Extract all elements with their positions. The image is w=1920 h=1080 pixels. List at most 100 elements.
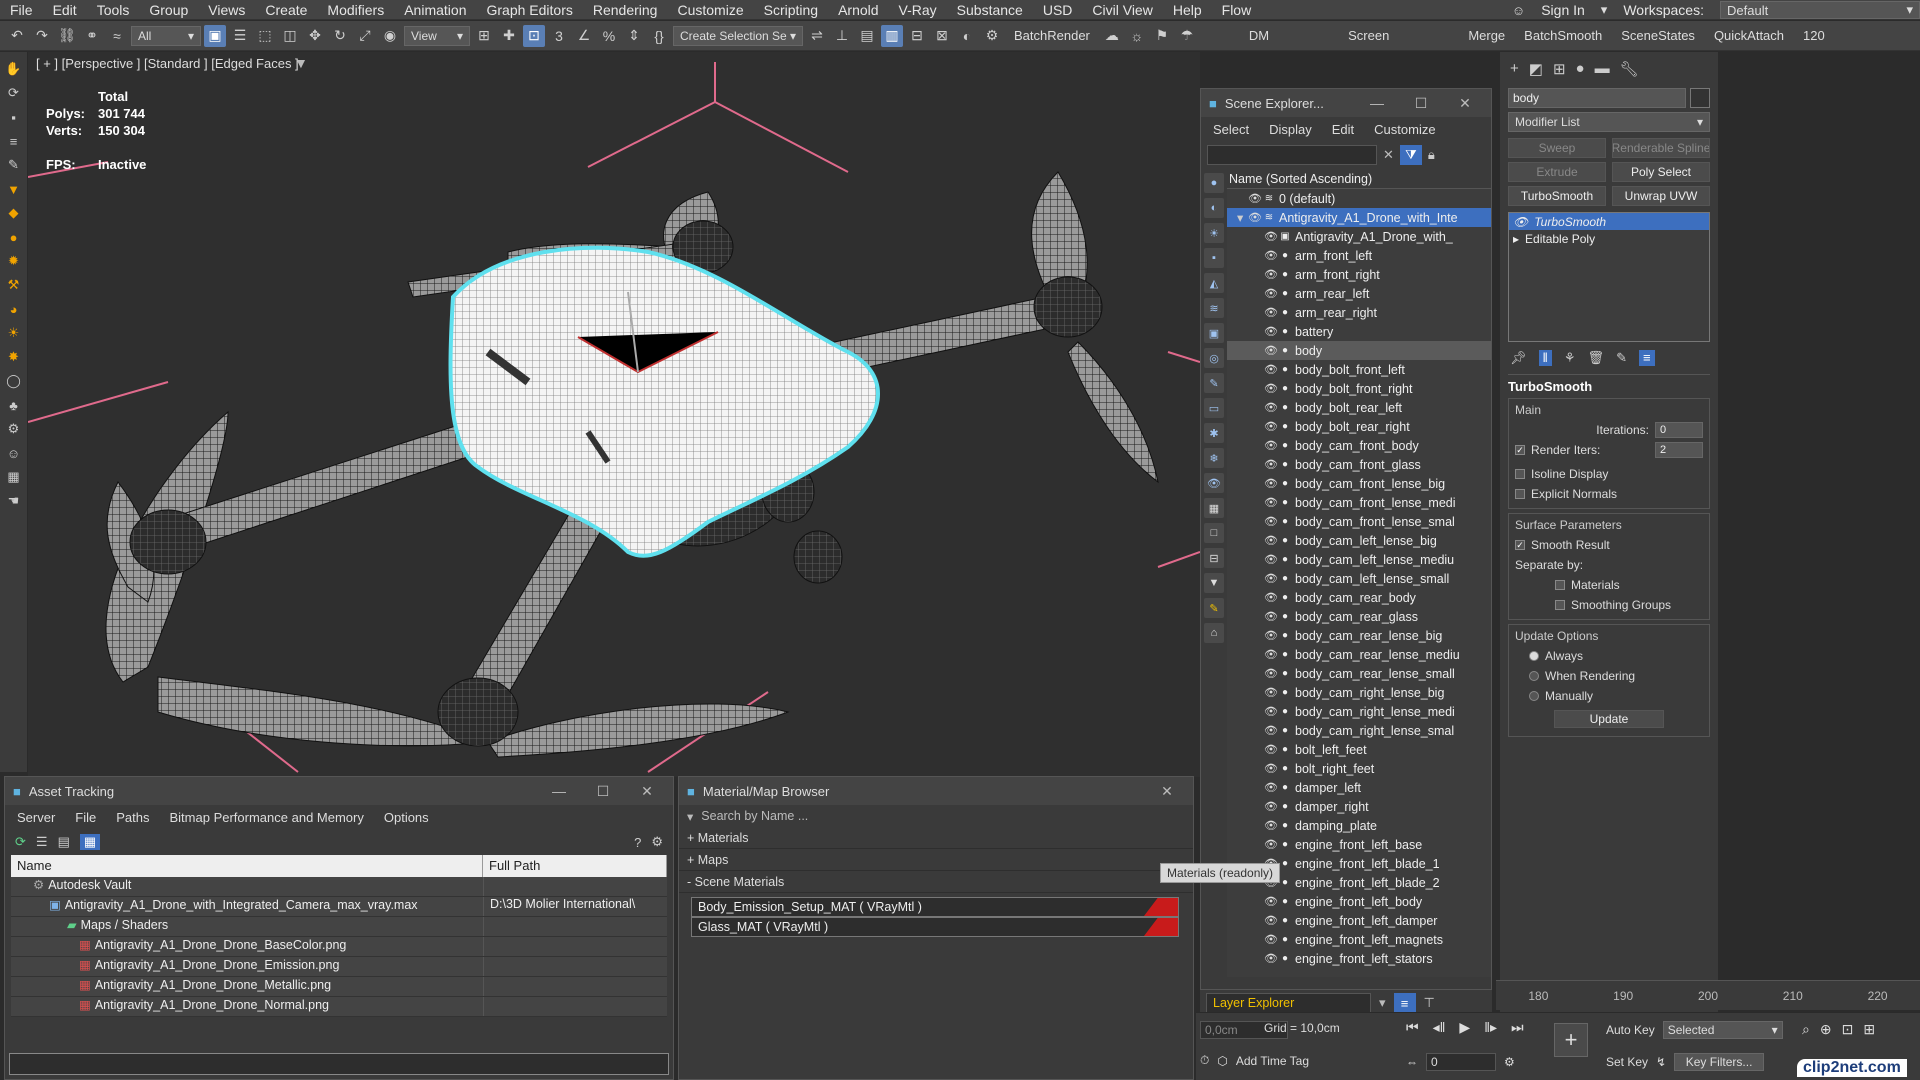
visibility-eye-icon[interactable]: 👁︎ [1263,287,1279,300]
at-menu-bitmap-performance-and-memory[interactable]: Bitmap Performance and Memory [170,810,364,825]
configure-sets-icon[interactable]: ✎ [1616,350,1627,366]
se-menu-customize[interactable]: Customize [1374,122,1435,137]
list-view-icon[interactable]: ☰ [36,834,48,850]
visibility-eye-icon[interactable]: 👁︎ [1263,363,1279,376]
paint-icon[interactable]: ✎ [5,156,23,174]
tree-row[interactable]: 👁︎ ● arm_rear_right [1227,303,1491,322]
menu-scripting[interactable]: Scripting [754,2,828,18]
menu-graph-editors[interactable]: Graph Editors [476,2,582,18]
visibility-eye-icon[interactable]: 👁︎ [1263,629,1279,642]
visibility-eye-icon[interactable]: 👁︎ [1263,401,1279,414]
explicit-normals-checkbox[interactable] [1515,489,1525,499]
visibility-eye-icon[interactable]: 👁︎ [1263,325,1279,338]
tree-row[interactable]: 👁︎ ● battery [1227,322,1491,341]
visibility-eye-icon[interactable]: 👁︎ [1263,743,1279,756]
zoom-extents-icon[interactable]: ⊡ [1842,1021,1854,1038]
display-geometry-icon[interactable]: ● [1204,173,1224,193]
viewport-label[interactable]: [ + ] [Perspective ] [Standard ] [Edged … [36,56,299,71]
key-mode-toggle-icon[interactable]: ↯ [1656,1055,1666,1069]
zoom-all-icon[interactable]: ⊕ [1820,1021,1832,1038]
display-particles-icon[interactable]: ✱ [1204,423,1224,443]
current-frame-field[interactable]: 0 [1426,1053,1496,1071]
help-icon[interactable]: ? [634,835,641,850]
timeline-ruler[interactable]: 180 190 200 210 220 [1496,980,1920,1010]
se-menu-display[interactable]: Display [1269,122,1312,137]
tree-row[interactable]: 👁︎ ● arm_front_left [1227,246,1491,265]
zoom-extents-all-icon[interactable]: ⊞ [1863,1021,1875,1038]
selection-lock-icon[interactable]: ✚ [498,25,520,47]
tree-row[interactable]: 👁︎ ● body_cam_left_lense_small [1227,569,1491,588]
asset-row[interactable]: ▦ Antigravity_A1_Drone_Drone_Metallic.png [11,977,667,997]
angle-snap-icon[interactable]: ∠ [573,25,595,47]
menu-help[interactable]: Help [1163,2,1212,18]
freeze-dot-icon[interactable]: ● [1279,459,1291,470]
menu-substance[interactable]: Substance [947,2,1033,18]
display-invert-icon[interactable]: ⊟ [1204,548,1224,568]
tree-row[interactable]: 👁︎ ● damper_left [1227,778,1491,797]
asset-row[interactable]: ⚙ Autodesk Vault [11,877,667,897]
freeze-dot-icon[interactable]: ● [1279,554,1291,565]
auto-key-button[interactable]: Auto Key [1606,1023,1655,1037]
show-end-result-icon[interactable]: ‖ [1538,350,1552,366]
maximize-icon[interactable]: ☐ [585,783,621,800]
key-mode-icon[interactable]: ⇔ [1406,1055,1418,1069]
freeze-dot-icon[interactable]: ● [1279,839,1291,850]
light-icon[interactable]: ✸ [5,348,23,366]
tree-row[interactable]: 👁︎ ● body_cam_rear_lense_small [1227,664,1491,683]
link-icon[interactable]: ⛓ [56,25,78,47]
tree-row[interactable]: 👁︎ ● body_cam_right_lense_big [1227,683,1491,702]
freeze-dot-icon[interactable]: ● [1279,516,1291,527]
tree-row[interactable]: 👁︎ ● body_cam_front_glass [1227,455,1491,474]
zoom-icon[interactable]: ⌕ [1802,1021,1810,1038]
tree-row[interactable]: 👁︎ ● body_cam_left_lense_mediu [1227,550,1491,569]
named-selection-sets-dropdown[interactable]: Create Selection Se ▾ [673,25,803,46]
placement-icon[interactable]: ◉ [379,25,401,47]
tree-row[interactable]: 👁︎ ● body_bolt_front_right [1227,379,1491,398]
freeze-dot-icon[interactable]: ● [1279,611,1291,622]
freeze-dot-icon[interactable]: ● [1279,934,1291,945]
tree-row[interactable]: 👁︎ ● body_cam_rear_body [1227,588,1491,607]
tree-row[interactable]: 👁︎ ● engine_front_left_base [1227,835,1491,854]
find-icon[interactable]: ✎ [1204,598,1224,618]
display-helpers-icon[interactable]: ◭ [1204,273,1224,293]
render-iters-spinner[interactable]: 2 [1655,442,1703,458]
freeze-dot-icon[interactable]: ● [1279,953,1291,964]
batchsmooth-button[interactable]: BatchSmooth [1516,28,1610,43]
maximize-icon[interactable]: ☐ [1403,95,1439,112]
freeze-dot-icon[interactable]: ● [1279,858,1291,869]
display-lights-icon[interactable]: ☀ [1204,223,1224,243]
freeze-dot-icon[interactable]: ● [1279,744,1291,755]
stack-item-turbosmooth[interactable]: 👁︎ TurboSmooth [1509,213,1709,230]
smooth-result-checkbox[interactable]: ✓ [1515,540,1525,550]
render-cloud-icon[interactable]: ☂ [1176,25,1198,47]
tree-row[interactable]: 👁︎ ● damping_plate [1227,816,1491,835]
hand-icon[interactable]: ✋ [5,60,23,78]
smoothing-groups-checkbox[interactable] [1555,600,1565,610]
display-groups-icon[interactable]: ▣ [1204,323,1224,343]
visibility-eye-icon[interactable]: 👁︎ [1263,591,1279,604]
visibility-eye-icon[interactable]: 👁︎ [1263,933,1279,946]
grid-icon[interactable]: ▦ [5,468,23,486]
display-all-icon[interactable]: ▦ [1204,498,1224,518]
visibility-eye-icon[interactable]: 👁︎ [1263,610,1279,623]
undo-icon[interactable]: ↶ [6,25,28,47]
visibility-eye-icon[interactable]: 👁︎ [1263,838,1279,851]
visibility-eye-icon[interactable]: 👁︎ [1263,800,1279,813]
freeze-dot-icon[interactable]: ● [1279,706,1291,717]
tree-row[interactable]: 👁︎ ● body_cam_front_lense_big [1227,474,1491,493]
sphere-icon[interactable]: ◯ [5,372,23,390]
maps-section[interactable]: + Maps [679,849,1193,871]
hammer-icon[interactable]: ⚒ [5,276,23,294]
visibility-eye-icon[interactable]: 👁︎ [1263,781,1279,794]
gear-icon[interactable]: ⚙ [5,420,23,438]
display-containers-icon[interactable]: ▭ [1204,398,1224,418]
tree-row[interactable]: 👁︎ ● engine_front_left_stators [1227,949,1491,968]
time-config-icon[interactable]: ⏱ [1200,1053,1209,1068]
name-column-header[interactable]: Name [11,855,483,877]
freeze-dot-icon[interactable]: ● [1279,630,1291,641]
pivot-icon[interactable]: ⊞ [473,25,495,47]
iterations-spinner[interactable]: 0 [1655,422,1703,438]
visibility-eye-icon[interactable]: 👁︎ [1247,211,1263,224]
bind-spacewarp-icon[interactable]: ≈ [106,25,128,47]
freeze-dot-icon[interactable]: ● [1279,440,1291,451]
